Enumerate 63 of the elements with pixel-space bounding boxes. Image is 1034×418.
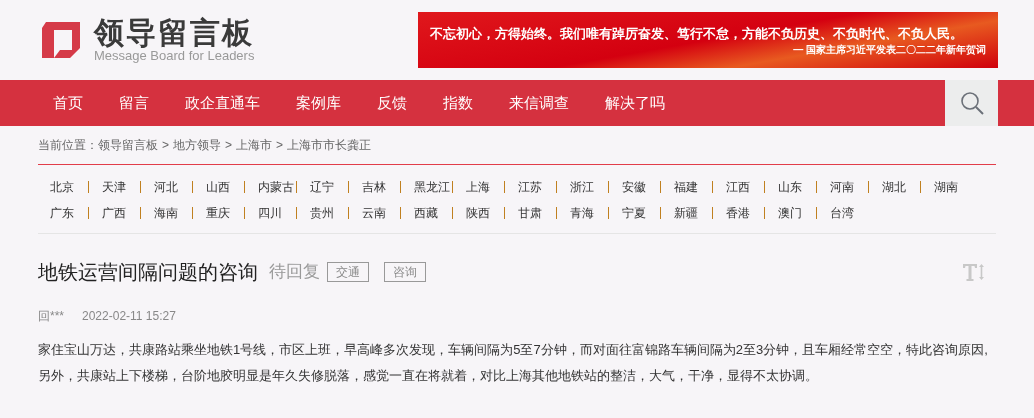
- region-link[interactable]: 香港: [726, 204, 764, 222]
- region-link[interactable]: 福建: [674, 178, 712, 196]
- breadcrumb-separator: >: [276, 137, 284, 154]
- nav-link[interactable]: 解决了吗: [605, 91, 665, 115]
- region-link[interactable]: 北京: [50, 178, 88, 196]
- region-link[interactable]: 新疆: [674, 204, 712, 222]
- region-link[interactable]: 广东: [50, 204, 88, 222]
- region-link[interactable]: 山东: [778, 178, 816, 196]
- region-link[interactable]: 重庆: [206, 204, 244, 222]
- breadcrumb-label: 当前位置：: [38, 137, 98, 154]
- region-link[interactable]: 河北: [154, 178, 192, 196]
- region-link[interactable]: 河南: [830, 178, 868, 196]
- banner-source: — 国家主席习近平发表二〇二二年新年贺词: [793, 42, 986, 56]
- nav-link[interactable]: 指数: [443, 91, 473, 115]
- breadcrumb-separator: >: [162, 137, 169, 154]
- region-link[interactable]: 吉林: [362, 178, 400, 196]
- region-link[interactable]: 陕西: [466, 204, 504, 222]
- nav-link[interactable]: 首页: [53, 91, 83, 115]
- region-link[interactable]: 山西: [206, 178, 244, 196]
- status-label: 待回复: [269, 261, 320, 284]
- banner-quote: 不忘初心，方得始终。我们唯有踔厉奋发、笃行不怠，方能不负历史、不负时代、不负人民。: [430, 24, 964, 43]
- logo-title: 领导留言板: [94, 17, 255, 49]
- breadcrumb-link[interactable]: 上海市市长龚正: [287, 136, 372, 154]
- region-link[interactable]: 江西: [726, 178, 764, 196]
- region-link[interactable]: 海南: [154, 204, 192, 222]
- region-link[interactable]: 云南: [362, 204, 400, 222]
- region-link[interactable]: 上海: [466, 178, 504, 196]
- region-link[interactable]: 安徽: [622, 178, 660, 196]
- region-link[interactable]: 甘肃: [518, 204, 556, 222]
- region-link[interactable]: 澳门: [778, 204, 816, 222]
- region-link[interactable]: 内蒙古: [258, 178, 296, 196]
- region-link[interactable]: 西藏: [414, 204, 452, 222]
- logo-subtitle: Message Board for Leaders: [94, 49, 255, 63]
- nav-link[interactable]: 反馈: [377, 91, 407, 115]
- message-body: 家住宝山万达，共康路站乘坐地铁1号线，市区上班，早高峰多次发现，车辆间隔为5至7分钟，而对面往富锦路车辆间隔为2至3分钟，且车厢经常空空，特此咨询原因, 另外，共康站上下楼梯，台阶地胶明显是年久失修脱落，感觉一直在将就着，对比上海其他地铁站的整洁，大气，干净，显得不太协调。: [38, 341, 989, 385]
- region-link[interactable]: 江苏: [518, 178, 556, 196]
- post-time: 2022-02-11 15:27: [82, 308, 176, 325]
- region-link[interactable]: 宁夏: [622, 204, 660, 222]
- search-button[interactable]: [945, 80, 998, 126]
- region-link[interactable]: 湖北: [882, 178, 920, 196]
- breadcrumb-link[interactable]: 领导留言板: [98, 136, 158, 154]
- region-link[interactable]: 四川: [258, 204, 296, 222]
- author-name: 回***: [38, 308, 64, 325]
- search-icon: [958, 90, 985, 116]
- nav-link[interactable]: 案例库: [296, 91, 341, 115]
- breadcrumb-link[interactable]: 地方领导: [173, 136, 221, 154]
- category-tag: 咨询: [384, 262, 426, 282]
- breadcrumb-separator: >: [225, 137, 233, 154]
- region-link[interactable]: 浙江: [570, 178, 608, 196]
- region-link[interactable]: 台湾: [830, 204, 868, 222]
- region-link[interactable]: 天津: [102, 178, 140, 196]
- message-title: 地铁运营间隔问题的咨询: [38, 260, 258, 285]
- region-link[interactable]: 广西: [102, 204, 140, 222]
- region-link[interactable]: 贵州: [310, 204, 348, 222]
- nav-link[interactable]: 政企直通车: [185, 91, 260, 115]
- nav-link[interactable]: 留言: [119, 91, 149, 115]
- breadcrumb-link[interactable]: 上海市: [236, 136, 273, 154]
- region-link[interactable]: 青海: [570, 204, 608, 222]
- region-link[interactable]: 辽宁: [310, 178, 348, 196]
- region-link[interactable]: 湖南: [934, 178, 972, 196]
- region-link[interactable]: 黑龙江: [414, 178, 452, 196]
- category-tag: 交通: [327, 262, 369, 282]
- nav-link[interactable]: 来信调查: [509, 91, 569, 115]
